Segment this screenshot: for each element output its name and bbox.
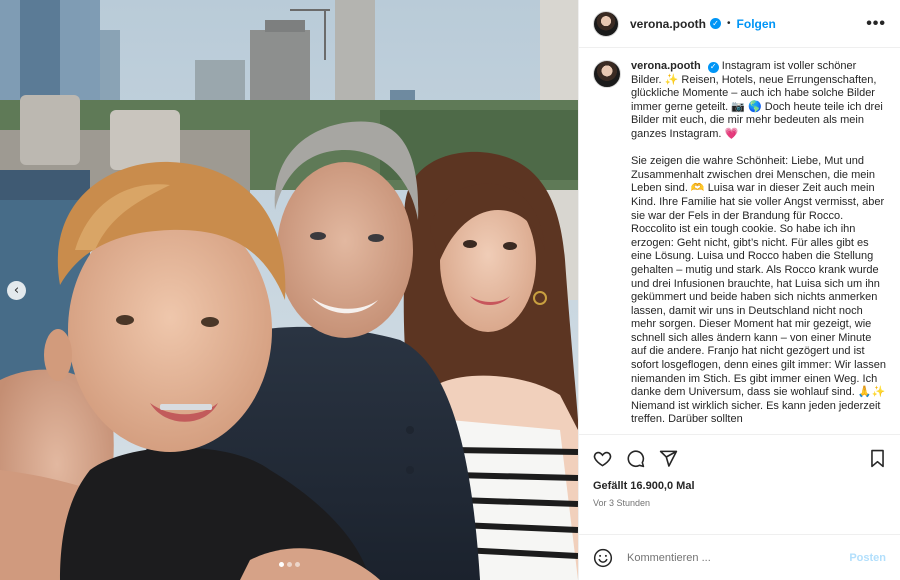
comment-icon[interactable]	[626, 449, 645, 468]
caption-avatar[interactable]	[593, 60, 621, 88]
carousel-dot	[294, 562, 300, 567]
caption-scroll-area[interactable]: verona.pooth ✓ Instagram ist voller schö…	[579, 48, 900, 434]
caption-row: verona.pooth ✓ Instagram ist voller schö…	[593, 60, 886, 427]
chevron-left-icon: ‹	[13, 283, 20, 298]
more-options-icon[interactable]: •••	[866, 15, 886, 32]
post-comment-button[interactable]: Posten	[849, 552, 886, 564]
verified-badge-icon: ✓	[707, 61, 719, 73]
emoji-icon[interactable]	[593, 548, 613, 568]
carousel-indicator	[0, 562, 578, 567]
verified-badge-icon: ✓	[710, 18, 722, 29]
comment-input[interactable]	[625, 550, 850, 565]
separator-dot: •	[727, 18, 731, 29]
post-photo[interactable]: ‹	[0, 0, 578, 580]
caption-username[interactable]: verona.pooth	[631, 60, 701, 72]
comment-bar: Posten	[579, 534, 900, 580]
caption-content: Instagram ist voller schöner Bilder. ✨ R…	[631, 60, 886, 426]
post-actions: Gefällt 16.900,0 Mal Vor 3 Stunden	[579, 434, 900, 534]
post-dialog: ‹ verona.pooth ✓ • Folgen ••• verona.poo…	[0, 0, 900, 580]
post-header: verona.pooth ✓ • Folgen •••	[579, 0, 900, 48]
avatar[interactable]	[593, 10, 619, 37]
carousel-dot	[278, 562, 284, 567]
post-timestamp[interactable]: Vor 3 Stunden	[593, 498, 886, 508]
action-icon-row	[593, 445, 886, 471]
carousel-dot	[286, 562, 292, 567]
carousel-prev-button[interactable]: ‹	[7, 281, 26, 300]
heart-icon[interactable]	[593, 449, 612, 468]
like-count[interactable]: Gefällt 16.900,0 Mal	[593, 480, 886, 492]
username-link[interactable]: verona.pooth	[630, 17, 706, 31]
caption-text: verona.pooth ✓ Instagram ist voller schö…	[631, 60, 886, 427]
follow-button[interactable]: Folgen	[737, 17, 776, 31]
share-icon[interactable]	[659, 449, 678, 468]
family-selfie-image	[0, 0, 578, 580]
bookmark-icon[interactable]	[869, 449, 886, 468]
post-side-panel: verona.pooth ✓ • Folgen ••• verona.pooth…	[578, 0, 900, 580]
